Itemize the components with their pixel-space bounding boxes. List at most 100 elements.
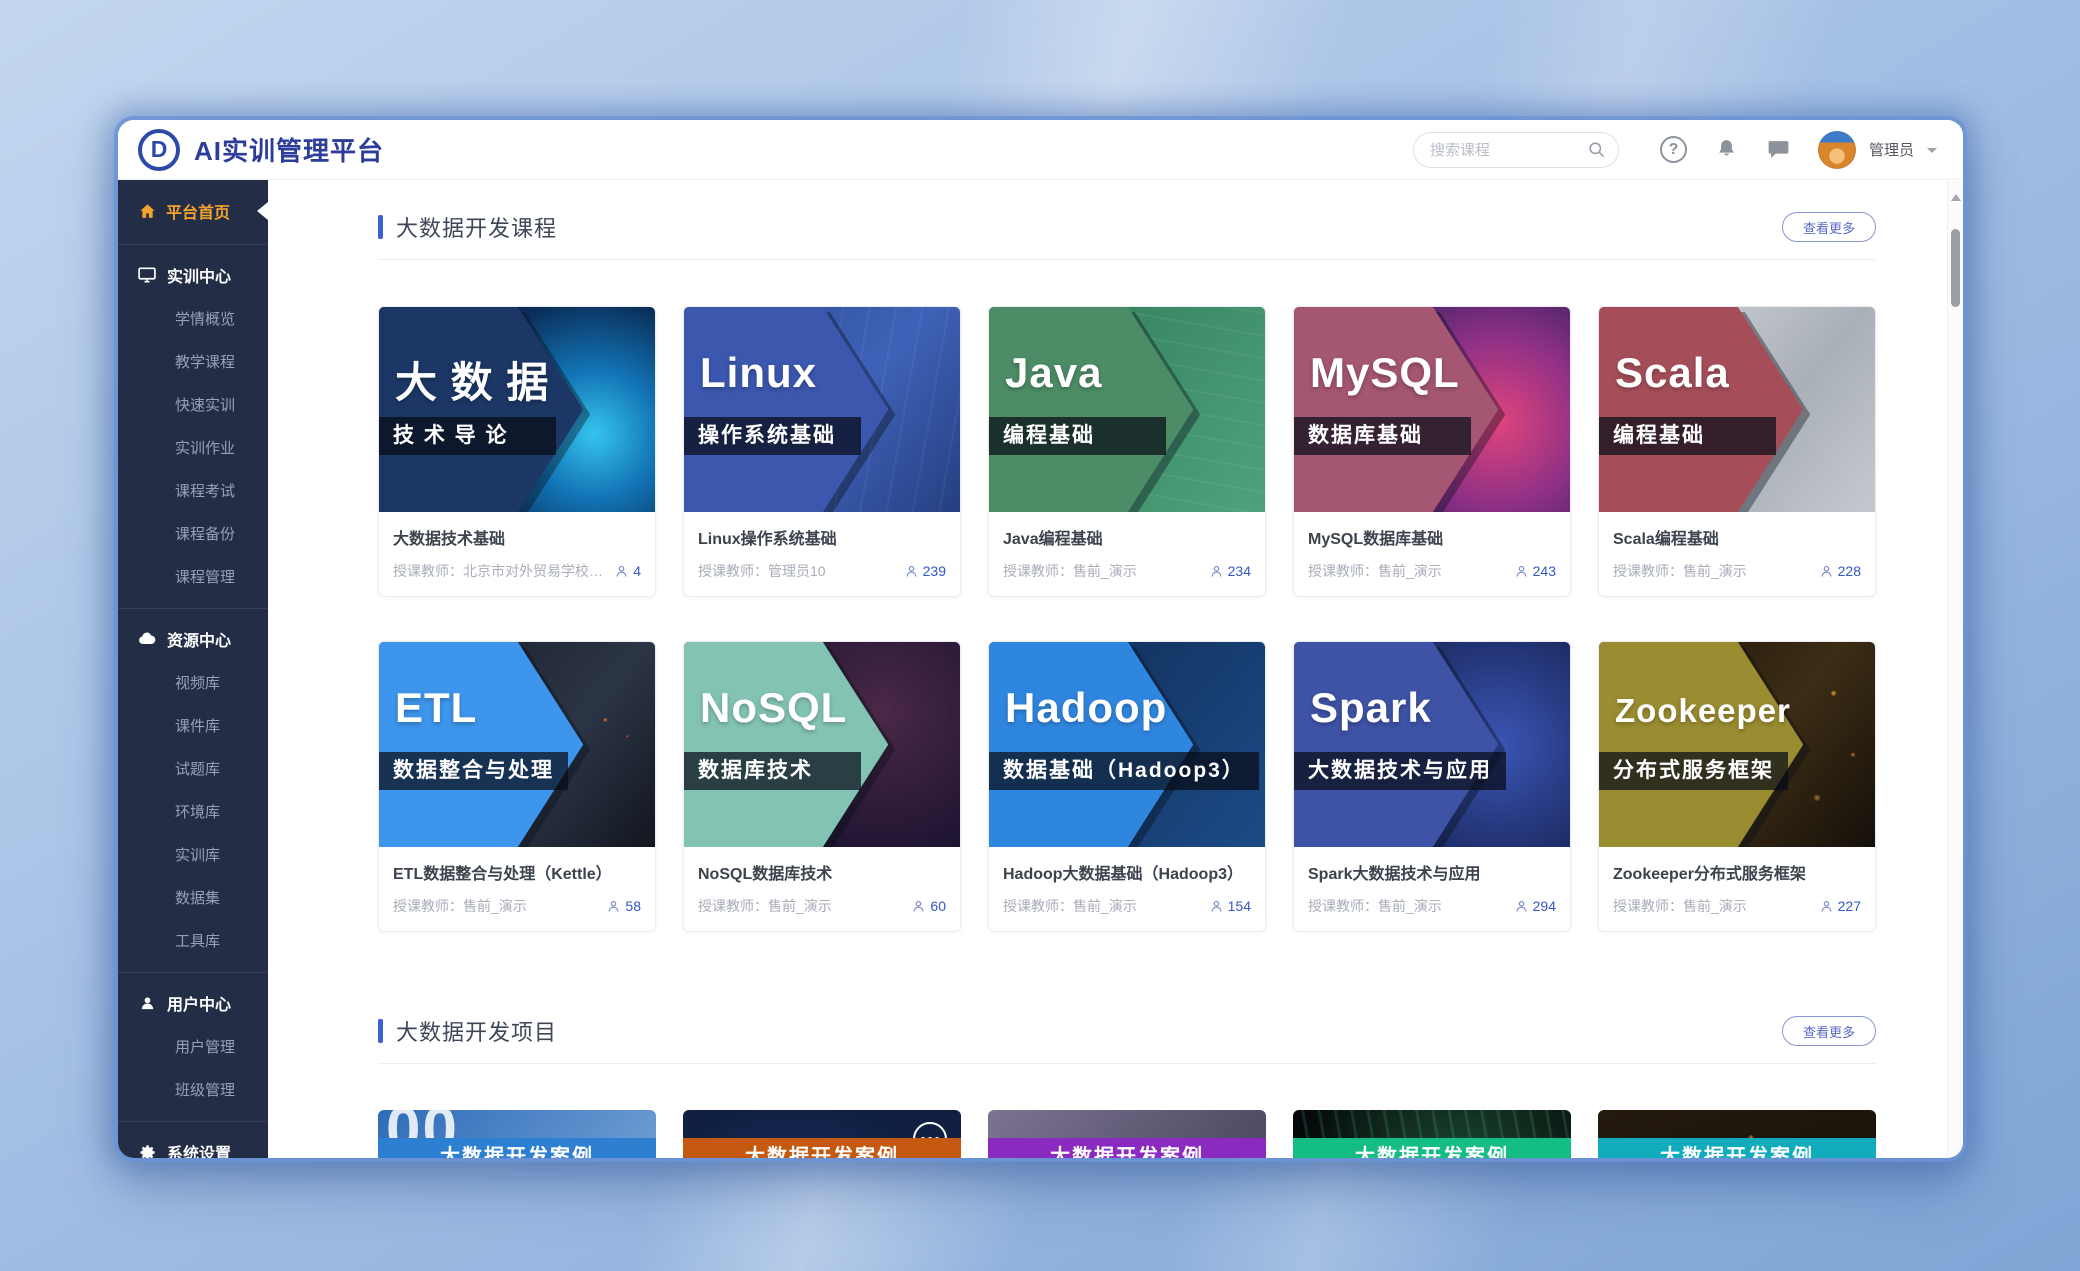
sidebar-item[interactable]: 快速实训 [118,383,268,426]
course-title[interactable]: NoSQL数据库技术 [698,860,946,884]
course-thumbnail: MySQL 数据库基础 [1294,307,1570,512]
sidebar-item[interactable]: 课程考试 [118,469,268,512]
sidebar-group-monitor[interactable]: 实训中心 [118,253,268,297]
sidebar-group-gear[interactable]: 系统设置 [118,1130,268,1158]
course-card[interactable]: Scala 编程基础 Scala编程基础 授课教师：售前_演示 228 [1598,306,1876,597]
home-icon [137,202,157,221]
search-placeholder: 搜索课程 [1430,139,1587,160]
sidebar-group-cloud[interactable]: 资源中心 [118,617,268,661]
sidebar-item[interactable]: 课程管理 [118,555,268,598]
thumb-subtitle: 数据基础（Hadoop3） [989,752,1259,790]
course-card[interactable]: Zookeeper 分布式服务框架 Zookeeper分布式服务框架 授课教师：… [1598,641,1876,932]
course-card-body: Linux操作系统基础 授课教师：管理员10 239 [684,512,960,596]
messages-chat-icon[interactable] [1766,137,1791,162]
sidebar: 平台首页 实训中心学情概览教学课程快速实训实训作业课程考试课程备份课程管理资源中… [118,180,268,1158]
course-title[interactable]: 大数据技术基础 [393,525,641,549]
sidebar-item[interactable]: 用户管理 [118,1025,268,1068]
project-banner-label: 大数据开发案例 [1660,1146,1814,1158]
help-icon[interactable] [1660,136,1687,163]
course-title[interactable]: Hadoop大数据基础（Hadoop3） [1003,860,1251,884]
user-icon [137,995,157,1012]
sidebar-group-user[interactable]: 用户中心 [118,981,268,1025]
student-count: 228 [1819,563,1861,579]
thumb-subtitle: 技 术 导 论 [379,417,556,455]
search-icon[interactable] [1587,140,1606,159]
course-card[interactable]: NoSQL 数据库技术 NoSQL数据库技术 授课教师：售前_演示 60 [683,641,961,932]
course-card[interactable]: MySQL 数据库基础 MySQL数据库基础 授课教师：售前_演示 243 [1293,306,1571,597]
sidebar-divider [118,1121,268,1122]
course-card[interactable]: Java 编程基础 Java编程基础 授课教师：售前_演示 234 [988,306,1266,597]
project-card[interactable]: 大数据开发案例 [1598,1110,1876,1158]
thumb-headline: NoSQL [700,684,847,732]
gear-icon [137,1143,157,1159]
sidebar-item[interactable]: 环境库 [118,790,268,833]
project-card[interactable]: 00 大数据开发案例 [378,1110,656,1158]
project-card[interactable]: 大数据开发案例 [1293,1110,1571,1158]
chevron-down-icon[interactable] [1927,148,1937,158]
thumb-subtitle: 大数据技术与应用 [1294,752,1506,790]
course-title[interactable]: ETL数据整合与处理（Kettle） [393,860,641,884]
view-more-button[interactable]: 查看更多 [1782,212,1876,242]
thumb-subtitle: 数据库基础 [1294,417,1471,455]
thumb-headline: ETL [395,684,477,732]
section-divider [378,259,1876,260]
course-title[interactable]: Scala编程基础 [1613,525,1861,549]
section-header-courses: 大数据开发课程 查看更多 [378,208,1876,246]
person-icon [1514,564,1529,579]
course-card[interactable]: Hadoop 数据基础（Hadoop3） Hadoop大数据基础（Hadoop3… [988,641,1266,932]
course-card[interactable]: Linux 操作系统基础 Linux操作系统基础 授课教师：管理员10 239 [683,306,961,597]
sidebar-item[interactable]: 教学课程 [118,340,268,383]
thumb-headline: Spark [1310,684,1432,732]
project-card[interactable]: 大数据开发案例 [988,1110,1266,1158]
sidebar-item-home[interactable]: 平台首页 [118,188,268,234]
sidebar-item[interactable]: 课件库 [118,704,268,747]
scrollbar-thumb[interactable] [1951,229,1960,307]
course-thumbnail: Java 编程基础 [989,307,1265,512]
course-card[interactable]: Spark 大数据技术与应用 Spark大数据技术与应用 授课教师：售前_演示 … [1293,641,1571,932]
sidebar-item[interactable]: 试题库 [118,747,268,790]
course-title[interactable]: Spark大数据技术与应用 [1308,860,1556,884]
student-count-value: 228 [1838,563,1861,579]
course-title[interactable]: Linux操作系统基础 [698,525,946,549]
sidebar-item[interactable]: 课程备份 [118,512,268,555]
notifications-bell-icon[interactable] [1714,137,1739,162]
vertical-scrollbar[interactable] [1947,181,1963,1158]
person-icon [911,899,926,914]
sidebar-item[interactable]: 实训作业 [118,426,268,469]
sidebar-item[interactable]: 工具库 [118,919,268,962]
course-card[interactable]: ETL 数据整合与处理 ETL数据整合与处理（Kettle） 授课教师：售前_演… [378,641,656,932]
student-count-value: 58 [625,898,641,914]
course-title[interactable]: MySQL数据库基础 [1308,525,1556,549]
project-card[interactable]: 大数据开发案例 [683,1110,961,1158]
user-avatar[interactable] [1818,131,1856,169]
course-card[interactable]: 大 数 据 技 术 导 论 大数据技术基础 授课教师：北京市对外贸易学校教...… [378,306,656,597]
course-thumbnail: ETL 数据整合与处理 [379,642,655,847]
thumb-headline: Hadoop [1005,684,1167,732]
student-count: 234 [1209,563,1251,579]
student-count: 243 [1514,563,1556,579]
sidebar-item[interactable]: 视频库 [118,661,268,704]
sidebar-item[interactable]: 数据集 [118,876,268,919]
person-icon [1819,899,1834,914]
thumb-subtitle: 操作系统基础 [684,417,861,455]
sidebar-item[interactable]: 班级管理 [118,1068,268,1111]
thumb-arrow [684,642,960,847]
scroll-up-arrow-icon[interactable] [1951,189,1961,201]
view-more-button[interactable]: 查看更多 [1782,1016,1876,1046]
app-title: AI实训管理平台 [194,131,384,168]
search-input[interactable]: 搜索课程 [1413,132,1619,168]
course-title[interactable]: Java编程基础 [1003,525,1251,549]
thumb-subtitle: 编程基础 [989,417,1166,455]
course-teacher: 授课教师：售前_演示 [1003,896,1201,916]
course-teacher: 授课教师：管理员10 [698,561,896,581]
app-logo-icon[interactable] [138,129,180,171]
sidebar-item[interactable]: 实训库 [118,833,268,876]
sidebar-item[interactable]: 学情概览 [118,297,268,340]
thumb-arrow [989,642,1265,847]
user-name[interactable]: 管理员 [1869,139,1914,160]
thumb-arrow [1294,307,1570,512]
course-title[interactable]: Zookeeper分布式服务框架 [1613,860,1861,884]
course-card-body: MySQL数据库基础 授课教师：售前_演示 243 [1294,512,1570,596]
thumb-headline: Linux [700,349,817,397]
thumb-arrow [1599,307,1875,512]
